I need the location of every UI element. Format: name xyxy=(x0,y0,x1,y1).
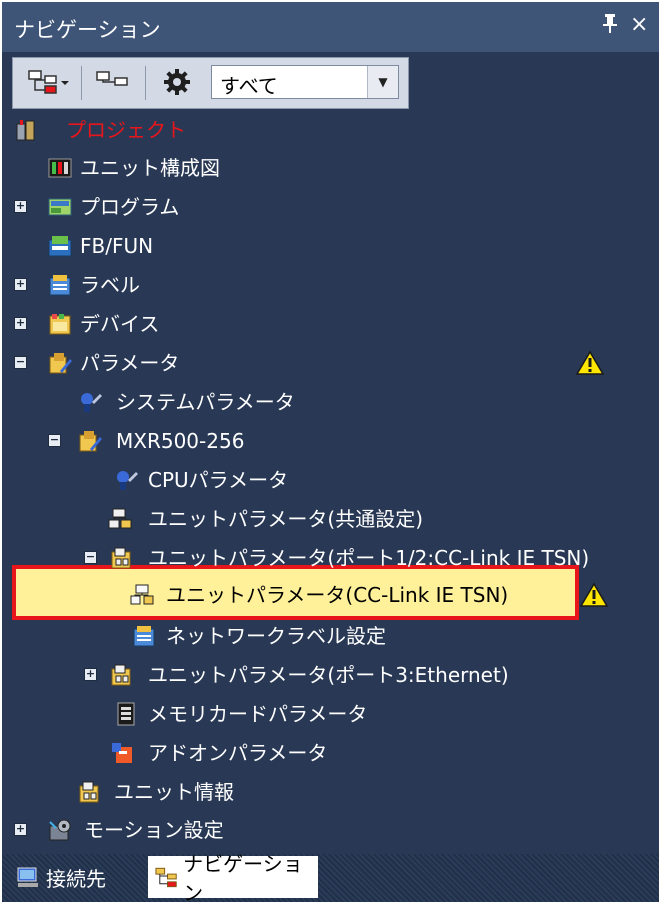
filter-dropdown-value: すべて xyxy=(220,74,278,98)
fb-fun-icon xyxy=(48,236,72,257)
project-icon xyxy=(16,120,35,141)
network-label-icon xyxy=(133,626,155,647)
navigation-panel: ナビゲーション × すべて ▼ プロジェクト ユニット構成図 + プログラム F… xyxy=(2,2,659,902)
tab-connection[interactable]: 接続先 xyxy=(8,856,146,898)
tree-item-unit-param-port3[interactable]: + ユニットパラメータ(ポート3:Ethernet) xyxy=(2,657,659,693)
collapse-icon[interactable]: − xyxy=(14,356,27,369)
panel-title: ナビゲーション xyxy=(14,18,161,42)
tree-item-fb-fun[interactable]: FB/FUN xyxy=(2,228,659,264)
memory-card-icon xyxy=(117,702,135,726)
parameter-label: パラメータ xyxy=(80,351,180,375)
tree-item-memory-card[interactable]: メモリカードパラメータ xyxy=(2,696,659,732)
motion-label: モーション設定 xyxy=(84,818,224,842)
motion-icon xyxy=(49,819,71,841)
collapse-icon[interactable]: − xyxy=(48,434,61,447)
close-button[interactable]: × xyxy=(630,12,648,37)
tree-collapse-icon xyxy=(96,71,128,86)
project-label: プロジェクト xyxy=(66,118,186,142)
unit-param-port3-label: ユニットパラメータ(ポート3:Ethernet) xyxy=(148,663,509,687)
collapse-icon[interactable]: − xyxy=(84,551,97,564)
unit-config-label: ユニット構成図 xyxy=(80,156,220,180)
tree-item-device[interactable]: + デバイス xyxy=(2,306,659,342)
tab-navigation-label: ナビゲーション xyxy=(183,852,303,902)
navigation-tree-icon xyxy=(155,867,177,888)
program-icon xyxy=(48,198,72,216)
warning-icon xyxy=(580,582,608,607)
network-param-icon xyxy=(130,584,154,605)
expand-icon[interactable]: + xyxy=(14,278,27,291)
memory-card-label: メモリカードパラメータ xyxy=(148,702,368,726)
tab-connection-label: 接続先 xyxy=(46,866,106,891)
unit-param-common-label: ユニットパラメータ(共通設定) xyxy=(148,507,424,531)
device-icon xyxy=(49,314,71,335)
tree-item-unit-param-port12[interactable]: − ユニットパラメータ(ポート1/2:CC-Link IE TSN) xyxy=(2,540,659,576)
tree-item-addon[interactable]: アドオンパラメータ xyxy=(2,735,659,771)
tree-item-unit-config[interactable]: ユニット構成図 xyxy=(2,150,659,186)
tree-item-module[interactable]: − MXR500-256 xyxy=(2,423,659,459)
tree-item-program[interactable]: + プログラム xyxy=(2,189,659,225)
chevron-down-icon[interactable]: ▼ xyxy=(367,66,398,98)
system-parameter-icon xyxy=(81,393,102,412)
tree-item-network-label[interactable]: ネットワークラベル設定 xyxy=(2,618,659,654)
addon-icon xyxy=(112,743,132,763)
settings-button[interactable] xyxy=(153,66,201,98)
tree-item-system-parameter[interactable]: システムパラメータ xyxy=(2,384,659,420)
tree-expand-icon xyxy=(28,70,69,94)
module-label: MXR500-256 xyxy=(116,429,245,453)
warning-icon xyxy=(576,350,604,375)
unit-param-port12-label: ユニットパラメータ(ポート1/2:CC-Link IE TSN) xyxy=(148,546,590,570)
label-icon xyxy=(49,275,71,296)
expand-icon[interactable]: + xyxy=(14,200,27,213)
title-bar: ナビゲーション × xyxy=(2,2,659,52)
unit-info-icon xyxy=(79,781,99,803)
tree-item-motion[interactable]: + モーション設定 xyxy=(2,812,659,848)
cpu-parameter-label: CPUパラメータ xyxy=(148,468,289,492)
fb-fun-label: FB/FUN xyxy=(80,234,154,258)
unit-config-icon xyxy=(48,158,72,178)
parameter-icon xyxy=(49,353,72,374)
label-label: ラベル xyxy=(80,273,140,297)
network-label-label: ネットワークラベル設定 xyxy=(166,624,386,648)
tree-item-unit-info[interactable]: ユニット情報 xyxy=(2,774,659,810)
network-param-icon xyxy=(111,664,131,686)
bottom-tab-bar: 接続先 ナビゲーション xyxy=(2,852,659,902)
unit-param-cclink-label: ユニットパラメータ(CC-Link IE TSN) xyxy=(166,583,509,607)
tree-item-unit-param-common[interactable]: ユニットパラメータ(共通設定) xyxy=(2,501,659,537)
device-label: デバイス xyxy=(80,312,160,336)
tab-navigation[interactable]: ナビゲーション xyxy=(148,852,318,902)
tree-item-cpu-parameter[interactable]: CPUパラメータ xyxy=(2,462,659,498)
tree-item-label[interactable]: + ラベル xyxy=(2,267,659,303)
pin-icon[interactable] xyxy=(601,12,619,40)
expand-icon[interactable]: + xyxy=(84,668,97,681)
tree-item-unit-param-cclink[interactable]: ユニットパラメータ(CC-Link IE TSN) xyxy=(2,577,659,613)
addon-label: アドオンパラメータ xyxy=(148,741,328,765)
module-icon xyxy=(79,431,102,452)
connection-icon xyxy=(17,867,38,887)
cpu-parameter-icon xyxy=(117,471,138,490)
tree-collapse-button[interactable] xyxy=(89,66,137,98)
tree-item-parameter[interactable]: − パラメータ xyxy=(2,345,659,381)
program-label: プログラム xyxy=(80,195,180,219)
navigation-toolbar: すべて ▼ xyxy=(12,57,409,109)
expand-icon[interactable]: + xyxy=(14,317,27,330)
expand-icon[interactable]: + xyxy=(14,823,27,836)
system-parameter-label: システムパラメータ xyxy=(116,390,295,414)
network-param-icon xyxy=(108,508,132,529)
tree-expand-button[interactable] xyxy=(25,66,73,98)
filter-dropdown[interactable]: すべて ▼ xyxy=(211,65,399,99)
gear-icon xyxy=(164,69,190,95)
unit-info-label: ユニット情報 xyxy=(114,780,234,804)
network-param-icon xyxy=(111,547,131,569)
tree-item-project[interactable]: プロジェクト xyxy=(2,112,659,148)
